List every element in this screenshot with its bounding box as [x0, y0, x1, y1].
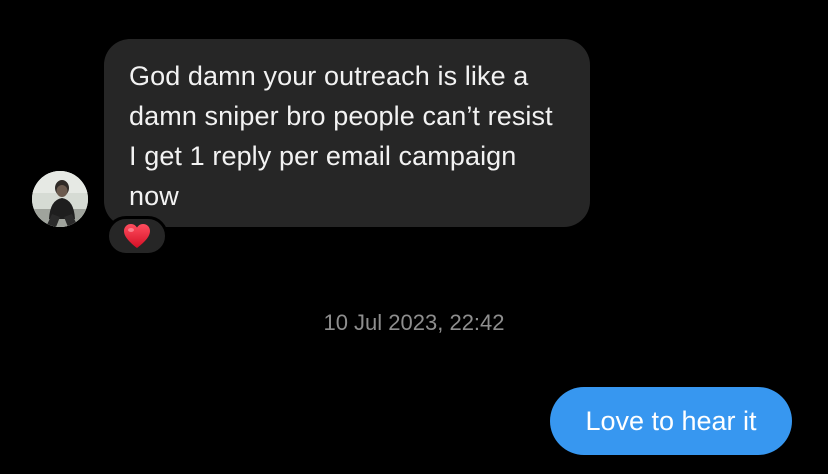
- incoming-message-bubble[interactable]: God damn your outreach is like a damn sn…: [104, 39, 590, 227]
- incoming-message-text: God damn your outreach is like a damn sn…: [129, 61, 553, 211]
- avatar-photo: [32, 171, 88, 227]
- message-timestamp: 10 Jul 2023, 22:42: [0, 309, 828, 337]
- message-reaction[interactable]: [106, 216, 168, 256]
- sender-avatar[interactable]: [32, 171, 88, 227]
- red-heart-icon: [124, 224, 150, 248]
- outgoing-message-text: Love to hear it: [585, 406, 757, 436]
- outgoing-message-bubble[interactable]: Love to hear it: [550, 387, 792, 455]
- timestamp-text: 10 Jul 2023, 22:42: [323, 310, 505, 335]
